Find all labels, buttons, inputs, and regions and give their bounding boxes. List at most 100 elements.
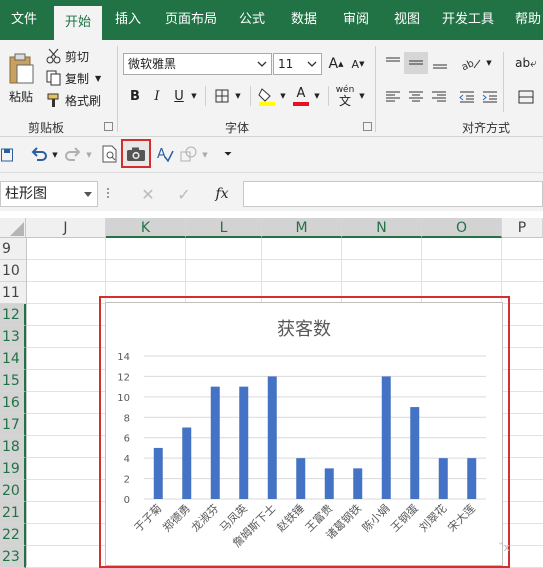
row-gridline — [26, 259, 543, 260]
cut-button[interactable]: 剪切 — [46, 47, 89, 65]
camera-button[interactable] — [121, 139, 151, 168]
copy-dropdown-icon[interactable]: ▼ — [95, 74, 101, 83]
fill-color-button[interactable] — [256, 84, 278, 108]
formula-bar-splitter[interactable] — [104, 186, 112, 202]
font-color-dropdown-icon[interactable]: ▼ — [312, 86, 322, 106]
orientation-dropdown-icon[interactable]: ▼ — [484, 52, 494, 74]
redo-dropdown-icon[interactable]: ▼ — [84, 145, 94, 165]
tab-6[interactable]: 审阅 — [334, 0, 378, 40]
paste-button[interactable]: 粘贴 — [4, 48, 38, 110]
bold-button[interactable]: B — [126, 86, 144, 106]
column-header-P[interactable]: P — [502, 218, 543, 238]
row-header-19[interactable]: 19 — [0, 458, 26, 480]
tab-4[interactable]: 公式 — [232, 0, 272, 40]
row-header-22[interactable]: 22 — [0, 524, 26, 546]
column-header-M[interactable]: M — [262, 218, 342, 238]
font-family-select[interactable]: 微软雅黑 — [123, 53, 272, 75]
borders-dropdown-icon[interactable]: ▼ — [233, 86, 243, 106]
row-header-17[interactable]: 17 — [0, 414, 26, 436]
shapes-dropdown-icon[interactable]: ▼ — [200, 145, 210, 165]
redo-button[interactable] — [62, 143, 84, 165]
insert-function-icon[interactable]: fx — [210, 182, 234, 206]
align-bottom-button[interactable] — [429, 52, 451, 74]
phonetic-dropdown-icon[interactable]: ▼ — [357, 86, 367, 106]
cancel-entry-icon[interactable]: ✕ — [136, 182, 160, 206]
row-header-10[interactable]: 10 — [0, 260, 26, 282]
spelling-button[interactable]: A — [154, 143, 176, 165]
chevron-down-icon[interactable] — [83, 188, 93, 200]
row-header-20[interactable]: 20 — [0, 480, 26, 502]
copy-button[interactable]: 复制 ▼ — [46, 69, 101, 87]
increase-indent-button[interactable] — [479, 86, 501, 108]
row-header-14[interactable]: 14 — [0, 348, 26, 370]
undo-icon — [31, 147, 47, 161]
row-header-15[interactable]: 15 — [0, 370, 26, 392]
align-left-button[interactable] — [382, 86, 404, 108]
row-header-12[interactable]: 12 — [0, 304, 26, 326]
paste-label: 粘贴 — [8, 90, 33, 104]
tab-3[interactable]: 页面布局 — [158, 0, 224, 40]
confirm-entry-icon[interactable]: ✓ — [172, 182, 196, 206]
bar-chart[interactable]: 获客数 0 2 4 6 8 10 12 14 于子菊 郑德勇 龙淑芬 马凤英 詹姆斯下士 赵铁锤 王富贵 诸葛… — [105, 302, 503, 566]
underline-button[interactable]: U — [170, 86, 188, 106]
decrease-font-size-icon[interactable]: A ▼ — [348, 54, 368, 74]
row-header-16[interactable]: 16 — [0, 392, 26, 414]
column-header-J[interactable]: J — [26, 218, 106, 238]
align-top-button[interactable] — [382, 52, 404, 74]
print-preview-button[interactable] — [100, 143, 120, 165]
brush-icon — [47, 93, 59, 107]
shapes-button[interactable] — [178, 143, 200, 165]
divider — [503, 52, 504, 112]
tab-0[interactable]: 文件 — [2, 0, 46, 40]
align-bottom-icon — [433, 64, 447, 69]
clipboard-launcher-icon[interactable] — [104, 122, 113, 131]
underline-dropdown-icon[interactable]: ▼ — [189, 86, 199, 106]
increase-font-size-icon[interactable]: A ▲ — [326, 54, 346, 74]
tab-2[interactable]: 插入 — [108, 0, 148, 40]
undo-dropdown-icon[interactable]: ▼ — [50, 145, 60, 165]
column-header-O[interactable]: O — [422, 218, 502, 238]
row-header-18[interactable]: 18 — [0, 436, 26, 458]
wrap-text-button[interactable]: ab⤶ — [512, 52, 540, 74]
font-color-button[interactable]: A — [291, 84, 311, 108]
row-header-21[interactable]: 21 — [0, 502, 26, 524]
column-header-N[interactable]: N — [342, 218, 422, 238]
x-tick-label: 赵铁锤 — [274, 501, 307, 534]
row-header-13[interactable]: 13 — [0, 326, 26, 348]
customize-qat-icon[interactable]: ⏷ — [220, 143, 236, 165]
font-size-select[interactable]: 11 — [273, 53, 322, 75]
row-header-11[interactable]: 11 — [0, 282, 26, 304]
formula-input[interactable] — [243, 181, 543, 207]
phonetic-char-icon: 文 — [338, 93, 351, 108]
align-middle-button[interactable] — [404, 52, 428, 74]
save-button[interactable] — [0, 145, 14, 165]
row-gridline — [26, 281, 543, 282]
tab-1[interactable]: 开始 — [54, 6, 102, 40]
merge-center-button[interactable] — [512, 86, 540, 108]
wrap-text-icon: ab⤶ — [515, 55, 537, 70]
column-header-L[interactable]: L — [186, 218, 262, 238]
row-header-23[interactable]: 23 — [0, 546, 26, 568]
orientation-button[interactable]: ab — [458, 52, 484, 74]
undo-button[interactable] — [28, 143, 50, 165]
align-center-button[interactable] — [405, 86, 427, 108]
tab-8[interactable]: 开发工具 — [436, 0, 500, 40]
font-launcher-icon[interactable] — [363, 122, 372, 131]
row-header-9[interactable]: 9 — [0, 238, 26, 260]
column-header-K[interactable]: K — [106, 218, 186, 238]
divider — [205, 86, 206, 106]
tab-9[interactable]: 帮助 — [508, 0, 543, 40]
phonetic-button[interactable]: wén 文 — [334, 84, 356, 108]
borders-button[interactable] — [212, 86, 232, 106]
tab-7[interactable]: 视图 — [386, 0, 428, 40]
bar — [182, 427, 192, 499]
align-right-icon — [432, 91, 446, 102]
select-all-corner[interactable] — [0, 218, 26, 238]
italic-button[interactable]: I — [148, 86, 166, 106]
align-right-button[interactable] — [428, 86, 450, 108]
name-box[interactable]: 柱形图 — [0, 181, 98, 207]
tab-5[interactable]: 数据 — [282, 0, 326, 40]
format-painter-button[interactable]: 格式刷 — [46, 91, 101, 109]
fill-color-dropdown-icon[interactable]: ▼ — [278, 86, 288, 106]
decrease-indent-button[interactable] — [456, 86, 478, 108]
